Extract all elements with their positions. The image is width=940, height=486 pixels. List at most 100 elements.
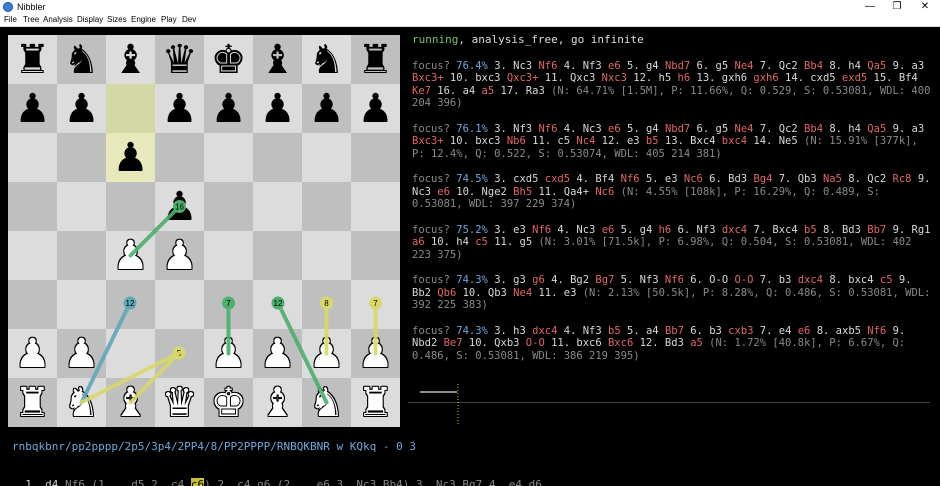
pv-move[interactable]: 6. Nf3 <box>671 224 722 236</box>
black-knight-icon[interactable]: ♞ <box>309 40 345 80</box>
pv-move[interactable]: 15. Bf4 <box>867 72 918 84</box>
pv-move[interactable]: Qxc3+ <box>507 72 539 84</box>
pv-move[interactable]: Nf6 <box>532 224 551 236</box>
move-variation[interactable]: (1... d5 2. c4 <box>85 478 191 486</box>
square-c7[interactable] <box>106 84 155 133</box>
pv-move[interactable]: Nf6 <box>621 173 640 185</box>
pv-move[interactable]: 10. Qxb3 <box>463 337 526 349</box>
pv-move[interactable]: dxc4 <box>798 274 823 286</box>
pv-move[interactable]: 5. g4 <box>621 60 665 72</box>
pv-move[interactable]: 5. Nf3 <box>614 274 665 286</box>
eval-graph[interactable] <box>420 384 940 424</box>
pv-move[interactable]: e6 <box>798 325 811 337</box>
square-b1[interactable]: ♞ <box>57 378 106 427</box>
white-pawn-icon[interactable]: ♟ <box>260 334 296 374</box>
pv-move[interactable]: cxd5 <box>545 173 570 185</box>
square-b5[interactable] <box>57 182 106 231</box>
pv-move[interactable]: Nbd7 <box>665 123 690 135</box>
pv-move[interactable]: Nf6 <box>665 274 684 286</box>
pv-move[interactable]: 10. h4 <box>425 236 476 248</box>
pv-move[interactable]: g6 <box>532 274 545 286</box>
square-c5[interactable] <box>106 182 155 231</box>
pv-move[interactable]: 11. bxc6 <box>545 337 608 349</box>
white-bishop-icon[interactable]: ♝ <box>260 383 296 423</box>
menu-sizes[interactable]: Sizes <box>107 15 127 24</box>
square-a1[interactable]: ♜ <box>8 378 57 427</box>
square-d5[interactable]: ♟ <box>155 182 204 231</box>
pv-move[interactable]: Bxc6 <box>608 337 633 349</box>
pv-move[interactable]: gxh6 <box>753 72 778 84</box>
pv-move[interactable]: 13. Bxc4 <box>659 135 722 147</box>
white-king-icon[interactable]: ♚ <box>211 383 247 423</box>
pv-move[interactable]: e6 <box>437 186 450 198</box>
pv-move[interactable]: 7. Qc2 <box>753 60 804 72</box>
pv-move[interactable]: Nbd7 <box>665 60 690 72</box>
pv-move[interactable]: 4. Nf3 <box>557 60 608 72</box>
pv-move[interactable]: 10. bxc3 <box>444 72 507 84</box>
square-b2[interactable]: ♟ <box>57 329 106 378</box>
pv-move[interactable]: 9. a3 <box>886 123 925 135</box>
square-b8[interactable]: ♞ <box>57 35 106 84</box>
pv-move[interactable]: 4. Bf4 <box>570 173 621 185</box>
pv-move[interactable]: 8. axb5 <box>810 325 867 337</box>
pv-move[interactable]: b5 <box>804 224 817 236</box>
pv-move[interactable]: dxc4 <box>532 325 557 337</box>
white-pawn-icon[interactable]: ♟ <box>64 334 100 374</box>
pv-move[interactable]: Bg7 <box>595 274 614 286</box>
pv-move[interactable]: 4. Bg2 <box>545 274 596 286</box>
square-h3[interactable] <box>351 280 400 329</box>
square-f1[interactable]: ♝ <box>253 378 302 427</box>
square-h2[interactable]: ♟ <box>351 329 400 378</box>
pv-move[interactable]: 12. Bd3 <box>633 337 690 349</box>
pv-move[interactable]: exd5 <box>842 72 867 84</box>
pv-move[interactable]: 17. Ra3 <box>494 85 551 97</box>
pv-line[interactable]: focus? 74.5% 3. cxd5 cxd5 4. Bf4 Nf6 5. … <box>412 173 932 211</box>
square-g6[interactable] <box>302 133 351 182</box>
pv-line[interactable]: focus? 76.4% 3. Nc3 Nf6 4. Nf3 e6 5. g4 … <box>412 60 932 110</box>
pv-move[interactable]: a5 <box>690 337 703 349</box>
square-e4[interactable] <box>204 231 253 280</box>
square-h1[interactable]: ♜ <box>351 378 400 427</box>
square-d1[interactable]: ♛ <box>155 378 204 427</box>
black-bishop-icon[interactable]: ♝ <box>260 40 296 80</box>
pv-move[interactable]: Nb6 <box>507 135 526 147</box>
square-c4[interactable]: ♟ <box>106 231 155 280</box>
square-f6[interactable] <box>253 133 302 182</box>
pv-move[interactable]: 6. g5 <box>690 123 734 135</box>
pv-move[interactable]: O-O <box>734 274 753 286</box>
black-king-icon[interactable]: ♚ <box>211 40 247 80</box>
square-f8[interactable]: ♝ <box>253 35 302 84</box>
pv-move[interactable]: e6 <box>608 123 621 135</box>
pv-move[interactable]: Nc6 <box>684 173 703 185</box>
square-g8[interactable]: ♞ <box>302 35 351 84</box>
pv-move[interactable]: Bg4 <box>753 173 772 185</box>
close-button[interactable]: ✕ <box>912 0 938 14</box>
pv-move[interactable]: 8. h4 <box>823 123 867 135</box>
pv-move[interactable]: 6. O-O <box>684 274 735 286</box>
pv-move[interactable]: Ne4 <box>735 123 754 135</box>
pv-move[interactable]: 9. a3 <box>886 60 925 72</box>
pv-move[interactable]: Bb7 <box>665 325 684 337</box>
pv-move[interactable]: 12. h5 <box>627 72 678 84</box>
pv-move[interactable]: 3. h3 <box>494 325 532 337</box>
pv-move[interactable]: 11. Qa4+ <box>532 186 595 198</box>
pv-move[interactable]: Bb7 <box>867 224 886 236</box>
square-a3[interactable] <box>8 280 57 329</box>
pv-move[interactable]: 14. cxd5 <box>779 72 842 84</box>
pv-move[interactable]: Qa5 <box>867 123 886 135</box>
square-a4[interactable] <box>8 231 57 280</box>
pv-move[interactable]: Bb4 <box>804 123 823 135</box>
chess-board[interactable]: ♜ ♞ ♝ ♛ ♚ ♝ ♞ ♜ ♟ ♟ ♟ ♟ ♟ ♟ ♟ ♟ ♟ ♟ ♟ ♟ ♟ ♟ ♟ ♟ ♟ ♜ ♞ ♝ ♛ ♚ ♝ ♞ ♜ 16 12 5 7… <box>8 35 400 427</box>
pv-move[interactable]: 3. g3 <box>494 274 532 286</box>
pv-move[interactable]: b5 <box>608 325 621 337</box>
black-pawn-icon[interactable]: ♟ <box>162 89 198 129</box>
square-c8[interactable]: ♝ <box>106 35 155 84</box>
square-g7[interactable]: ♟ <box>302 84 351 133</box>
square-f2[interactable]: ♟ <box>253 329 302 378</box>
pv-move[interactable]: O-O <box>526 337 545 349</box>
square-d6[interactable] <box>155 133 204 182</box>
pv-move[interactable]: e6 <box>608 60 621 72</box>
square-g1[interactable]: ♞ <box>302 378 351 427</box>
pv-move[interactable]: 6. g5 <box>690 60 734 72</box>
pv-move[interactable]: 11. e3 <box>532 287 583 299</box>
